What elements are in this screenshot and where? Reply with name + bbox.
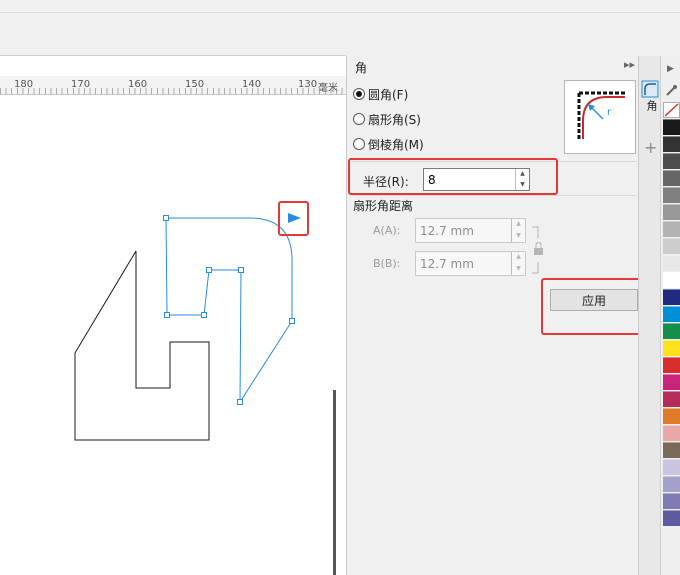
corner-tab-label[interactable]: 角 <box>643 100 659 111</box>
panel-title: 角 <box>355 61 368 75</box>
highlight-box-radius <box>348 158 558 195</box>
spin-down-icon: ▼ <box>516 231 521 239</box>
panel-header: 角 ▸▸ ✕ <box>347 56 654 76</box>
option-label: 扇形角(S) <box>368 112 421 127</box>
scallop-distance-label: 扇形角距离 <box>353 199 414 213</box>
spin-up-icon: ▲ <box>516 253 521 260</box>
no-color-swatch[interactable] <box>663 102 680 118</box>
color-swatch[interactable] <box>663 323 680 339</box>
color-swatch[interactable] <box>663 442 680 458</box>
option-chamfer-corner[interactable]: 倒棱角(M) <box>353 135 424 153</box>
color-swatch[interactable] <box>663 374 680 390</box>
option-label: 倒棱角(M) <box>368 137 424 152</box>
field-b-input <box>416 252 512 275</box>
color-swatch[interactable] <box>663 476 680 492</box>
color-swatch[interactable] <box>663 187 680 203</box>
vertical-scrollbar[interactable] <box>333 390 336 575</box>
corner-tool-icon[interactable] <box>641 80 659 98</box>
color-swatch[interactable] <box>663 153 680 169</box>
field-b-label: B(B): <box>373 257 401 270</box>
field-a-label: A(A): <box>373 224 401 237</box>
color-swatch[interactable] <box>663 255 680 271</box>
color-swatch[interactable] <box>663 391 680 407</box>
spin-up-icon: ▲ <box>516 220 521 227</box>
color-palette[interactable]: ▶ <box>660 56 680 575</box>
node-handles <box>163 215 295 405</box>
black-shape <box>74 250 210 441</box>
color-swatch[interactable] <box>663 204 680 220</box>
field-b-spinbox: ▲ ▼ <box>415 251 526 276</box>
highlight-box-arrow <box>278 201 309 236</box>
lock-icon <box>532 226 543 274</box>
drawing-canvas[interactable]: 180 170 160 150 140 130 毫米 <box>0 56 346 575</box>
drawing-shapes[interactable] <box>0 56 346 575</box>
field-a-spinbox: ▲ ▼ <box>415 218 526 243</box>
field-a-input <box>416 219 512 242</box>
option-round-corner[interactable]: 圆角(F) <box>353 85 408 103</box>
eyedropper-icon[interactable] <box>664 84 678 98</box>
fillet-preview-icon: r <box>577 91 625 139</box>
color-swatch[interactable] <box>663 340 680 356</box>
color-swatch[interactable] <box>663 459 680 475</box>
option-label: 圆角(F) <box>368 87 409 102</box>
option-scallop-corner[interactable]: 扇形角(S) <box>353 110 421 128</box>
field-b-spin-buttons: ▲ ▼ <box>511 252 525 275</box>
color-swatch[interactable] <box>663 408 680 424</box>
color-swatch[interactable] <box>663 493 680 509</box>
highlight-box-apply <box>541 278 642 335</box>
add-icon[interactable]: + <box>644 138 657 157</box>
color-swatch[interactable] <box>663 510 680 526</box>
color-swatch[interactable] <box>663 272 680 288</box>
color-swatch[interactable] <box>663 238 680 254</box>
radio-chamfer-corner[interactable] <box>353 138 365 150</box>
color-swatch[interactable] <box>663 221 680 237</box>
color-swatch[interactable] <box>663 170 680 186</box>
selected-path <box>165 217 293 404</box>
menu-area <box>0 0 680 56</box>
color-swatch[interactable] <box>663 306 680 322</box>
color-swatch[interactable] <box>663 289 680 305</box>
palette-scroll-up-icon[interactable]: ▶ <box>667 64 674 74</box>
docker-tab-strip: 角 + <box>638 56 660 575</box>
color-swatch[interactable] <box>663 119 680 135</box>
spin-down-icon: ▼ <box>516 264 521 272</box>
divider <box>0 12 680 13</box>
color-swatch[interactable] <box>663 136 680 152</box>
color-swatch[interactable] <box>663 357 680 373</box>
svg-text:r: r <box>607 107 612 118</box>
field-a-spin-buttons: ▲ ▼ <box>511 219 525 242</box>
color-swatch[interactable] <box>663 425 680 441</box>
radio-round-corner[interactable] <box>353 88 365 100</box>
radio-scallop-corner[interactable] <box>353 113 365 125</box>
corner-preview: r <box>564 80 636 154</box>
divider <box>351 195 636 196</box>
expand-icon[interactable]: ▸▸ <box>624 58 635 71</box>
